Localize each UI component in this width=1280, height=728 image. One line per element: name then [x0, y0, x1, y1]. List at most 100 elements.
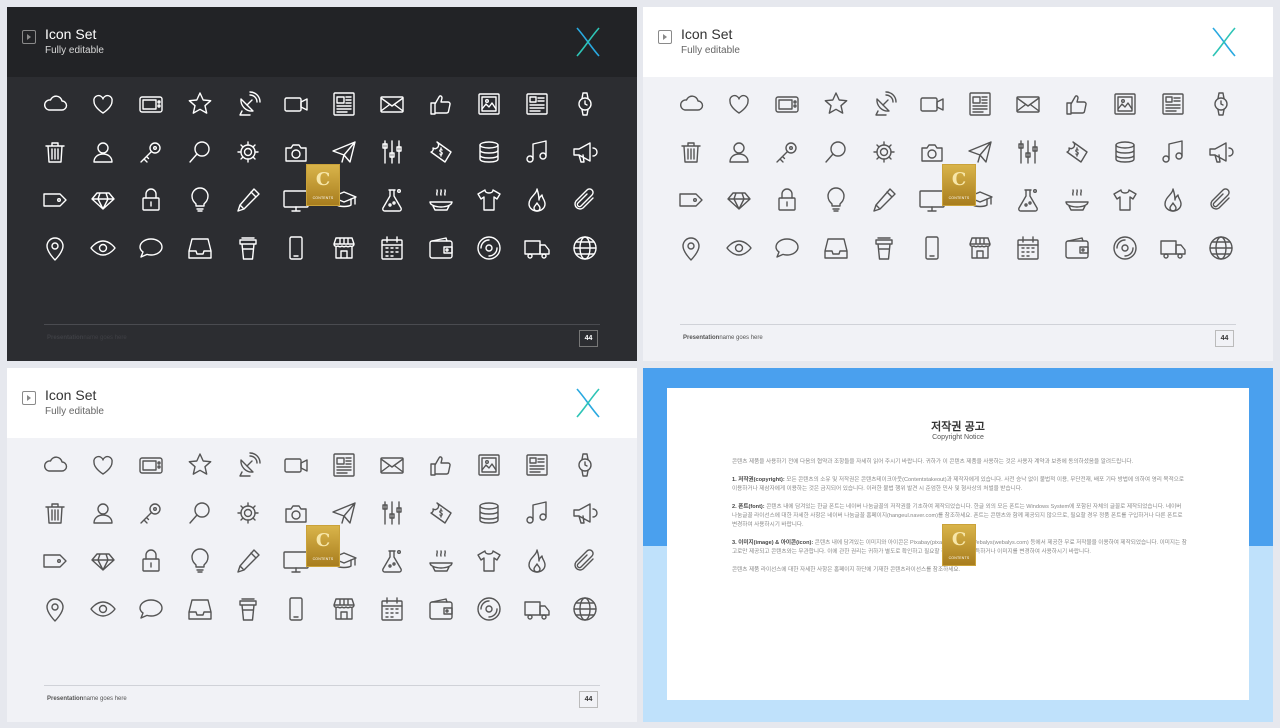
fire-icon	[523, 547, 551, 575]
truck-icon	[523, 595, 551, 623]
wallet-icon	[427, 595, 455, 623]
disc-icon	[475, 595, 503, 623]
flask-icon	[378, 547, 406, 575]
icon-slide-light-2: Icon Set Fully editable C CONTENTS Presen…	[7, 368, 637, 722]
lightbulb-icon	[822, 186, 850, 214]
icon-row	[31, 592, 631, 640]
megaphone-icon	[1207, 138, 1235, 166]
diamond-icon	[89, 547, 117, 575]
globe-icon	[571, 234, 599, 262]
newspaper-icon	[330, 451, 358, 479]
watch-icon	[1207, 90, 1235, 118]
page-number: 44	[579, 691, 598, 708]
eye-icon	[725, 234, 753, 262]
trash-icon	[41, 499, 69, 527]
food-dish-icon	[427, 186, 455, 214]
megaphone-icon	[571, 138, 599, 166]
copyright-section-1: 1. 저작권(copyright): 모든 콘텐츠의 소유 및 저작권은 콘텐츠…	[732, 477, 1185, 492]
speech-bubble-icon	[137, 234, 165, 262]
icon-slide-light: Icon Set Fully editable C CONTENTS Presen…	[643, 7, 1273, 361]
eye-icon	[89, 595, 117, 623]
pencil-icon	[234, 186, 262, 214]
cloud-icon	[41, 90, 69, 118]
slide-title: Icon Set	[45, 387, 97, 403]
watch-icon	[571, 90, 599, 118]
cloud-icon	[677, 90, 705, 118]
coffee-cup-icon	[870, 234, 898, 262]
lock-icon	[773, 186, 801, 214]
paperclip-icon	[571, 186, 599, 214]
user-icon	[89, 499, 117, 527]
slide-subtitle: Fully editable	[45, 406, 104, 417]
slide-subtitle: Fully editable	[681, 45, 740, 56]
map-pin-icon	[41, 234, 69, 262]
star-icon	[186, 451, 214, 479]
gear-icon	[234, 499, 262, 527]
inbox-icon	[186, 595, 214, 623]
watermark-badge: C CONTENTS	[942, 524, 976, 566]
truck-icon	[1159, 234, 1187, 262]
fire-icon	[523, 186, 551, 214]
pencil-icon	[234, 547, 262, 575]
key-icon	[137, 138, 165, 166]
lightbulb-icon	[186, 186, 214, 214]
t-shirt-icon	[475, 547, 503, 575]
footer-divider	[44, 685, 600, 686]
slide-subtitle: Fully editable	[45, 45, 104, 56]
icon-slide-dark: Icon Set Fully editable C CONTENTS Presen…	[7, 7, 637, 361]
mail-icon	[378, 451, 406, 479]
tv-icon	[137, 451, 165, 479]
slide-header: Icon Set Fully editable	[7, 7, 637, 77]
copyright-outro: 콘텐츠 제품 라이선스에 대한 자세한 사항은 홈페이지 하단에 기재한 콘텐츠…	[732, 567, 961, 573]
paper-plane-icon	[330, 138, 358, 166]
cloud-icon	[41, 451, 69, 479]
eye-icon	[89, 234, 117, 262]
speech-bubble-icon	[773, 234, 801, 262]
database-icon	[475, 138, 503, 166]
globe-icon	[1207, 234, 1235, 262]
picture-icon	[1111, 90, 1139, 118]
watch-icon	[571, 451, 599, 479]
paper-plane-icon	[330, 499, 358, 527]
tv-icon	[137, 90, 165, 118]
play-icon	[658, 30, 672, 44]
magnifier-icon	[822, 138, 850, 166]
t-shirt-icon	[1111, 186, 1139, 214]
play-icon	[22, 30, 36, 44]
video-camera-icon	[282, 451, 310, 479]
newspaper-icon	[330, 90, 358, 118]
disc-icon	[475, 234, 503, 262]
star-icon	[186, 90, 214, 118]
thumbs-up-icon	[427, 90, 455, 118]
flask-icon	[1014, 186, 1042, 214]
food-dish-icon	[1063, 186, 1091, 214]
truck-icon	[523, 234, 551, 262]
icon-row	[31, 448, 631, 496]
document-icon	[523, 90, 551, 118]
music-icon	[523, 138, 551, 166]
ticket-icon	[1063, 138, 1091, 166]
heart-icon	[89, 451, 117, 479]
satellite-dish-icon	[870, 90, 898, 118]
calendar-icon	[378, 234, 406, 262]
calendar-icon	[1014, 234, 1042, 262]
flask-icon	[378, 186, 406, 214]
sliders-icon	[378, 499, 406, 527]
icon-row	[667, 231, 1267, 279]
watermark-badge: C CONTENTS	[306, 525, 340, 567]
lock-icon	[137, 547, 165, 575]
footer-text: Presentationname goes here	[47, 335, 127, 341]
page-number: 44	[579, 330, 598, 347]
diamond-icon	[89, 186, 117, 214]
gear-icon	[870, 138, 898, 166]
wallet-icon	[427, 234, 455, 262]
wallet-icon	[1063, 234, 1091, 262]
camera-icon	[282, 499, 310, 527]
sliders-icon	[378, 138, 406, 166]
play-icon	[22, 391, 36, 405]
thumbs-up-icon	[427, 451, 455, 479]
satellite-dish-icon	[234, 451, 262, 479]
disc-icon	[1111, 234, 1139, 262]
tv-icon	[773, 90, 801, 118]
user-icon	[89, 138, 117, 166]
